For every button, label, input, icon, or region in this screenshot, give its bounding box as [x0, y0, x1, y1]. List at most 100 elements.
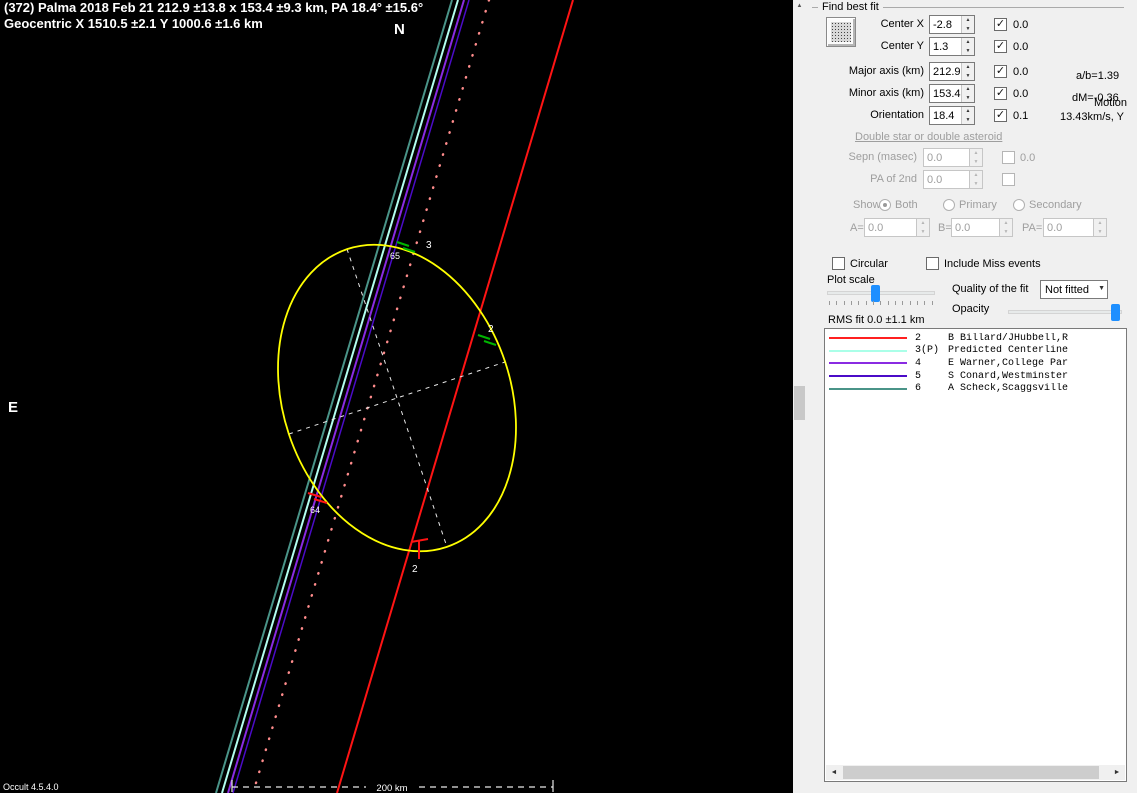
north-label: N — [394, 21, 405, 38]
plot-scale-track[interactable] — [827, 291, 935, 295]
motion-value-label: 13.43km/s, Y — [1060, 111, 1124, 123]
center-x-label: Center X — [793, 18, 924, 30]
center-x-spin-down-icon[interactable] — [962, 25, 974, 34]
center-y-label: Center Y — [793, 40, 924, 52]
center-x-error: 0.0 — [1013, 19, 1028, 31]
observer-list[interactable]: 2 B Billard/JHubbell,R 3(P) Predicted Ce… — [824, 328, 1127, 782]
include-miss-checkbox[interactable] — [926, 257, 939, 270]
minor-axis-spin-down-icon[interactable] — [962, 94, 974, 103]
pa2-spin-up-icon — [1094, 219, 1106, 228]
rms-label: RMS fit 0.0 ±1.1 km — [828, 314, 925, 326]
orientation-spin-up-icon[interactable] — [962, 107, 974, 116]
plot-scale-ticks — [829, 301, 933, 305]
minor-axis-spinner[interactable]: 153.4 — [929, 84, 975, 103]
horizontal-scroll-thumb[interactable] — [843, 766, 1099, 779]
pa2-spin-down-icon — [1094, 228, 1106, 237]
plot-title-line2: Geocentric X 1510.5 ±2.1 Y 1000.6 ±1.6 k… — [4, 16, 263, 31]
plot-title-line1: (372) Palma 2018 Feb 21 212.9 ±13.8 x 15… — [4, 0, 423, 15]
show-primary-radio — [943, 199, 955, 211]
observer-number: 4 — [915, 358, 948, 369]
orientation-spin-down-icon[interactable] — [962, 116, 974, 125]
sepn-fit-checkbox — [1002, 151, 1015, 164]
center-y-fit-checkbox[interactable] — [994, 40, 1007, 53]
pa2-label: PA= — [1022, 222, 1042, 234]
label-chord-2-ingress: 2 — [488, 324, 494, 335]
pa2-value: 0.0 — [1044, 219, 1093, 236]
sepn-spin-down-icon — [970, 158, 982, 167]
observer-name: S Conard,Westminster — [948, 371, 1068, 382]
occultation-plot: (372) Palma 2018 Feb 21 212.9 ±13.8 x 15… — [0, 0, 793, 793]
chord-color-swatch — [829, 337, 907, 339]
orientation-spinner[interactable]: 18.4 — [929, 106, 975, 125]
list-item[interactable]: 5 S Conard,Westminster — [825, 370, 1126, 383]
quality-dropdown[interactable]: Not fitted — [1040, 280, 1108, 299]
asteroid-ellipse — [239, 213, 554, 583]
show-both-radio — [879, 199, 891, 211]
pa-of-2nd-value: 0.0 — [924, 171, 969, 188]
quality-value: Not fitted — [1045, 284, 1089, 296]
circular-checkbox[interactable] — [832, 257, 845, 270]
chevron-down-icon[interactable] — [1098, 285, 1105, 292]
center-x-value[interactable]: -2.8 — [930, 16, 961, 33]
center-x-spinner[interactable]: -2.8 — [929, 15, 975, 34]
major-axis-spin-up-icon[interactable] — [962, 63, 974, 72]
list-item[interactable]: 3(P) Predicted Centerline — [825, 345, 1126, 358]
chord-6-scheck — [216, 0, 452, 793]
occult-window: (372) Palma 2018 Feb 21 212.9 ±13.8 x 15… — [0, 0, 1137, 793]
observer-name: B Billard/JHubbell,R — [948, 333, 1068, 344]
chord-2-billard — [337, 0, 573, 793]
label-time-65: 65 — [390, 251, 400, 261]
orientation-fit-checkbox[interactable] — [994, 109, 1007, 122]
list-horizontal-scrollbar[interactable] — [826, 765, 1125, 780]
center-y-value[interactable]: 1.3 — [930, 38, 961, 55]
scroll-right-icon[interactable] — [1109, 765, 1125, 780]
minor-axis-fit-checkbox[interactable] — [994, 87, 1007, 100]
major-axis-spin-down-icon[interactable] — [962, 72, 974, 81]
scroll-left-icon[interactable] — [826, 765, 842, 780]
plot-canvas[interactable]: (372) Palma 2018 Feb 21 212.9 ±13.8 x 15… — [0, 0, 793, 793]
opacity-thumb[interactable] — [1111, 304, 1120, 321]
major-axis-spinner[interactable]: 212.9 — [929, 62, 975, 81]
center-x-spin-up-icon[interactable] — [962, 16, 974, 25]
version-label: Occult 4.5.4.0 — [3, 782, 59, 792]
chord-color-swatch — [829, 350, 907, 352]
show-both-label: Both — [895, 199, 918, 211]
list-item[interactable]: 4 E Warner,College Par — [825, 357, 1126, 370]
scalebar-label: 200 km — [376, 783, 407, 793]
circular-label: Circular — [850, 258, 888, 270]
center-y-spin-up-icon[interactable] — [962, 38, 974, 47]
observer-number: 2 — [915, 333, 948, 344]
list-item[interactable]: 2 B Billard/JHubbell,R — [825, 332, 1126, 345]
list-item[interactable]: 6 A Scheck,Scaggsville — [825, 382, 1126, 395]
center-y-spin-down-icon[interactable] — [962, 47, 974, 56]
minor-axis-spin-up-icon[interactable] — [962, 85, 974, 94]
find-best-fit-panel: Find best fit Center X -2.8 0.0 Center Y… — [793, 0, 1137, 793]
include-miss-label: Include Miss events — [944, 258, 1041, 270]
center-y-spinner[interactable]: 1.3 — [929, 37, 975, 56]
chord-color-swatch — [829, 375, 907, 377]
center-y-error: 0.0 — [1013, 41, 1028, 53]
orientation-value[interactable]: 18.4 — [930, 107, 961, 124]
show-secondary-label: Secondary — [1029, 199, 1082, 211]
major-axis-label: Major axis (km) — [793, 65, 924, 77]
orientation-error: 0.1 — [1013, 110, 1028, 122]
event-errorbar-bottom-red — [411, 539, 428, 559]
major-axis-fit-checkbox[interactable] — [994, 65, 1007, 78]
plot-scale-thumb[interactable] — [871, 285, 880, 302]
minor-axis-value[interactable]: 153.4 — [930, 85, 961, 102]
opacity-track[interactable] — [1008, 310, 1122, 314]
pa-of-2nd-spinner: 0.0 — [923, 170, 983, 189]
axis-ratio-label: a/b=1.39 — [1076, 70, 1119, 82]
opacity-label: Opacity — [952, 303, 989, 315]
b-label: B= — [938, 222, 952, 234]
center-x-fit-checkbox[interactable] — [994, 18, 1007, 31]
sepn-spin-up-icon — [970, 149, 982, 158]
quality-label: Quality of the fit — [952, 283, 1028, 295]
scroll-up-icon[interactable] — [793, 3, 806, 9]
pa-of-2nd-fit-checkbox — [1002, 173, 1015, 186]
sepn-label: Sepn (masec) — [793, 151, 917, 163]
major-axis-value[interactable]: 212.9 — [930, 63, 961, 80]
vertical-scroll-thumb[interactable] — [794, 386, 805, 420]
chord-color-swatch — [829, 362, 907, 364]
a-spin-down-icon — [917, 228, 929, 237]
